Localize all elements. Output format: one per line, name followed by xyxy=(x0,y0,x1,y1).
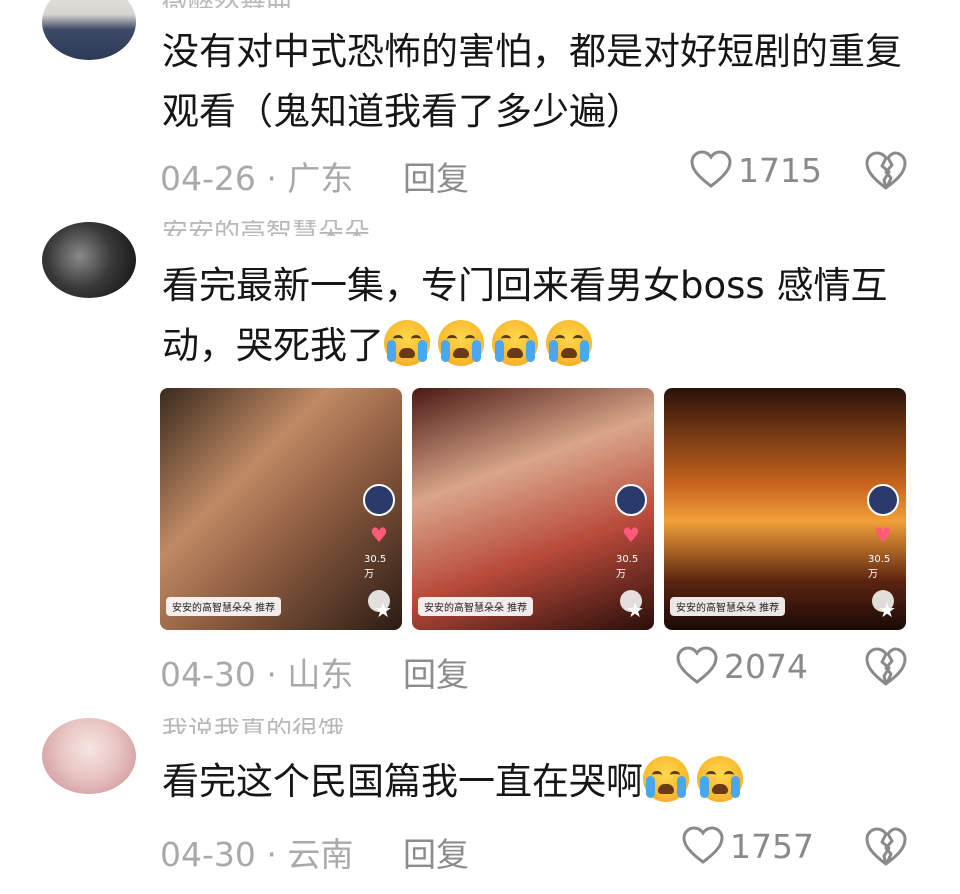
loudly-crying-face-icon xyxy=(438,320,484,366)
broken-heart-icon xyxy=(865,151,907,190)
thumbnail-like-count: 30.5万 xyxy=(868,554,891,580)
avatar[interactable] xyxy=(42,0,136,60)
author-avatar[interactable] xyxy=(867,484,899,516)
heart-outline-icon xyxy=(676,646,718,684)
star-icon[interactable]: ★ xyxy=(878,598,896,622)
loudly-crying-face-icon xyxy=(492,320,538,366)
dislike-button[interactable] xyxy=(864,150,908,196)
comment-text: 看完最新一集，专门回来看男女boss 感情互动，哭死我了 xyxy=(162,256,922,376)
video-thumbnail[interactable]: ♥ 30.5万 安安的高智慧朵朵 推荐 ★ xyxy=(664,388,906,630)
comment-text-content: 看完这个民国篇我一直在哭啊 xyxy=(162,760,643,803)
author-avatar[interactable] xyxy=(363,484,395,516)
thumbnail-side-actions: ♥ 30.5万 xyxy=(615,484,647,612)
comment-meta: 04-26 · 广东 回复 xyxy=(160,152,469,200)
comment-meta: 04-30 · 山东 回复 xyxy=(160,648,469,696)
heart-outline-icon xyxy=(682,826,724,864)
dislike-button[interactable] xyxy=(864,826,908,872)
loudly-crying-face-icon xyxy=(384,320,430,366)
author-avatar[interactable] xyxy=(615,484,647,516)
avatar[interactable] xyxy=(42,222,136,298)
video-thumbnail[interactable]: ♥ 30.5万 安安的高智慧朵朵 推荐 ★ xyxy=(160,388,402,630)
video-thumbnails: ♥ 30.5万 安安的高智慧朵朵 推荐 ★ ♥ 30.5万 安安的高智慧朵朵 推… xyxy=(160,388,906,630)
reply-button[interactable]: 回复 xyxy=(403,152,469,200)
like-count: 2074 xyxy=(724,646,808,686)
date-location: 04-30 · 山东 xyxy=(160,655,354,694)
broken-heart-icon xyxy=(865,827,907,866)
reply-button[interactable]: 回复 xyxy=(403,828,469,876)
broken-heart-icon xyxy=(865,647,907,686)
like-button[interactable]: 2074 xyxy=(676,646,808,686)
heart-icon[interactable]: ♥ xyxy=(622,525,640,545)
comment-text-content: 没有对中式恐怖的害怕，都是对好短剧的重复观看（鬼知道我看了多少遍） xyxy=(162,30,902,133)
crying-emoji-group xyxy=(643,756,751,803)
thumbnail-side-actions: ♥ 30.5万 xyxy=(363,484,395,612)
heart-outline-icon xyxy=(690,150,732,188)
username[interactable]: 安安的高智慧朵朵 xyxy=(162,220,370,236)
like-button[interactable]: 1715 xyxy=(690,150,822,190)
crying-emoji-group xyxy=(384,320,600,367)
recommend-tag: 安安的高智慧朵朵 推荐 xyxy=(670,597,786,616)
video-thumbnail[interactable]: ♥ 30.5万 安安的高智慧朵朵 推荐 ★ xyxy=(412,388,654,630)
thumbnail-like-count: 30.5万 xyxy=(364,554,387,580)
thumbnail-like-count: 30.5万 xyxy=(616,554,639,580)
avatar[interactable] xyxy=(42,718,136,794)
dislike-button[interactable] xyxy=(864,646,908,692)
recommend-tag: 安安的高智慧朵朵 推荐 xyxy=(166,597,282,616)
star-icon[interactable]: ★ xyxy=(626,598,644,622)
heart-icon[interactable]: ♥ xyxy=(370,525,388,545)
username[interactable]: 微醉然舞曲 xyxy=(162,0,292,8)
loudly-crying-face-icon xyxy=(546,320,592,366)
star-icon[interactable]: ★ xyxy=(374,598,392,622)
like-button[interactable]: 1757 xyxy=(682,826,814,866)
recommend-tag: 安安的高智慧朵朵 推荐 xyxy=(418,597,534,616)
loudly-crying-face-icon xyxy=(697,756,743,802)
comment-text: 看完这个民国篇我一直在哭啊 xyxy=(162,752,922,812)
reply-button[interactable]: 回复 xyxy=(403,648,469,696)
comment-meta: 04-30 · 云南 回复 xyxy=(160,828,469,876)
like-count: 1715 xyxy=(738,150,822,190)
date-location: 04-26 · 广东 xyxy=(160,159,354,198)
thumbnail-side-actions: ♥ 30.5万 xyxy=(867,484,899,612)
date-location: 04-30 · 云南 xyxy=(160,835,354,874)
username[interactable]: 我说我真的很饿 xyxy=(162,718,344,734)
loudly-crying-face-icon xyxy=(643,756,689,802)
like-count: 1757 xyxy=(730,826,814,866)
comment-text: 没有对中式恐怖的害怕，都是对好短剧的重复观看（鬼知道我看了多少遍） xyxy=(162,22,922,142)
heart-icon[interactable]: ♥ xyxy=(874,525,892,545)
